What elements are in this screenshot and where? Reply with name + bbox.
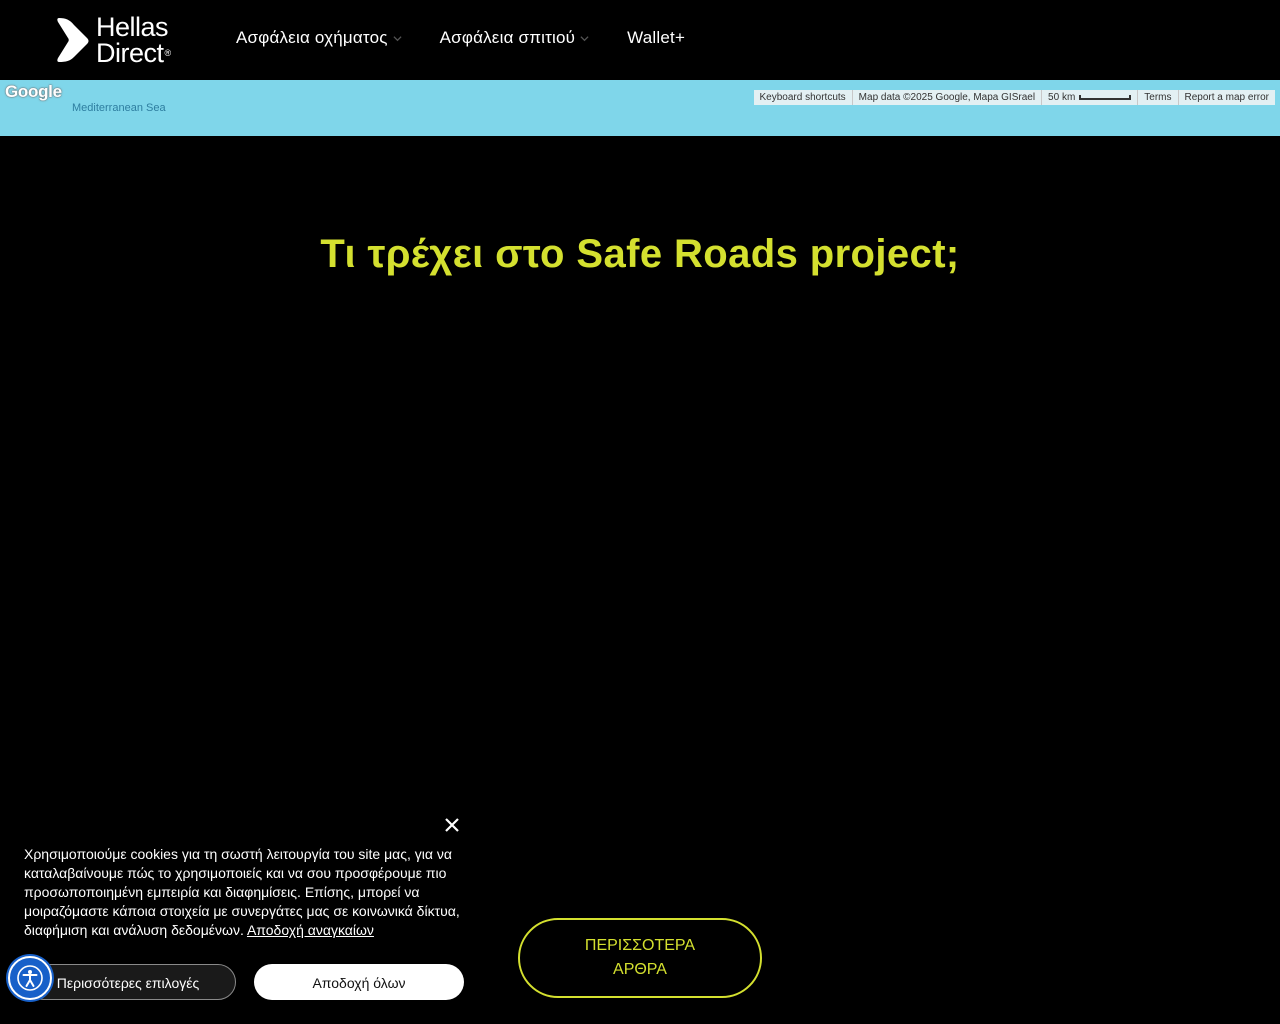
close-icon[interactable] (443, 811, 461, 839)
map-data-credit: Map data ©2025 Google, Mapa GISrael (851, 90, 1041, 105)
nav-item-home-insurance[interactable]: Ασφάλεια σπιτιού (440, 28, 590, 48)
more-articles-button[interactable]: ΠΕΡΙΣΣΟΤΕΡΑ ΑΡΘΡΑ (518, 918, 762, 998)
google-logo: Google (5, 82, 62, 101)
chevron-down-icon (393, 35, 402, 41)
nav-item-label: Ασφάλεια σπιτιού (439, 28, 576, 47)
accept-all-button[interactable]: Αποδοχή όλων (254, 964, 464, 1000)
terms-link[interactable]: Terms (1137, 90, 1177, 105)
nav-item-wallet-plus[interactable]: Wallet+ (627, 28, 685, 48)
nav-item-vehicle-insurance[interactable]: Ασφάλεια οχήματος (236, 28, 402, 48)
nav-item-label: Ασφάλεια οχήματος (236, 28, 388, 47)
map-scale[interactable]: 50 km (1041, 90, 1137, 105)
keyboard-shortcuts-link[interactable]: Keyboard shortcuts (754, 90, 852, 105)
accept-necessary-link[interactable]: Αποδοχή αναγκαίων (247, 922, 374, 938)
accessibility-person-icon (17, 965, 43, 991)
brand-line1: Hellas (96, 12, 169, 42)
cookie-message: Χρησιμοποιούμε cookies για τη σωστή λειτ… (24, 845, 468, 940)
map-embed[interactable]: Google Mediterranean Sea Keyboard shortc… (0, 80, 1280, 136)
site-header: Hellas Direct® Ασφάλεια οχήματος Ασφάλει… (0, 0, 1280, 80)
registered-mark: ® (164, 48, 172, 58)
brand-logo[interactable]: Hellas Direct® (56, 12, 171, 68)
scale-bar-icon (1079, 94, 1132, 100)
more-options-button[interactable]: Περισσότερες επιλογές (26, 964, 236, 1000)
map-scale-label: 50 km (1048, 92, 1076, 103)
brand-line2: Direct (96, 38, 164, 68)
map-place-label: Mediterranean Sea (72, 102, 166, 114)
accessibility-widget-button[interactable] (8, 956, 52, 1000)
brand-wordmark: Hellas Direct® (96, 12, 172, 68)
map-attribution-bar: Keyboard shortcuts Map data ©2025 Google… (753, 90, 1275, 105)
chevron-down-icon (580, 35, 589, 41)
cookie-text: Χρησιμοποιούμε cookies για τη σωστή λειτ… (24, 846, 460, 938)
chevron-right-logo-icon (57, 18, 89, 62)
nav-item-label: Wallet+ (627, 28, 686, 47)
more-articles-label: ΠΕΡΙΣΣΟΤΕΡΑ ΑΡΘΡΑ (584, 937, 696, 978)
main-nav: Ασφάλεια οχήματος Ασφάλεια σπιτιού Walle… (236, 28, 723, 48)
report-map-error-link[interactable]: Report a map error (1177, 90, 1275, 105)
section-title: Τι τρέχει στο Safe Roads project; (320, 232, 960, 276)
